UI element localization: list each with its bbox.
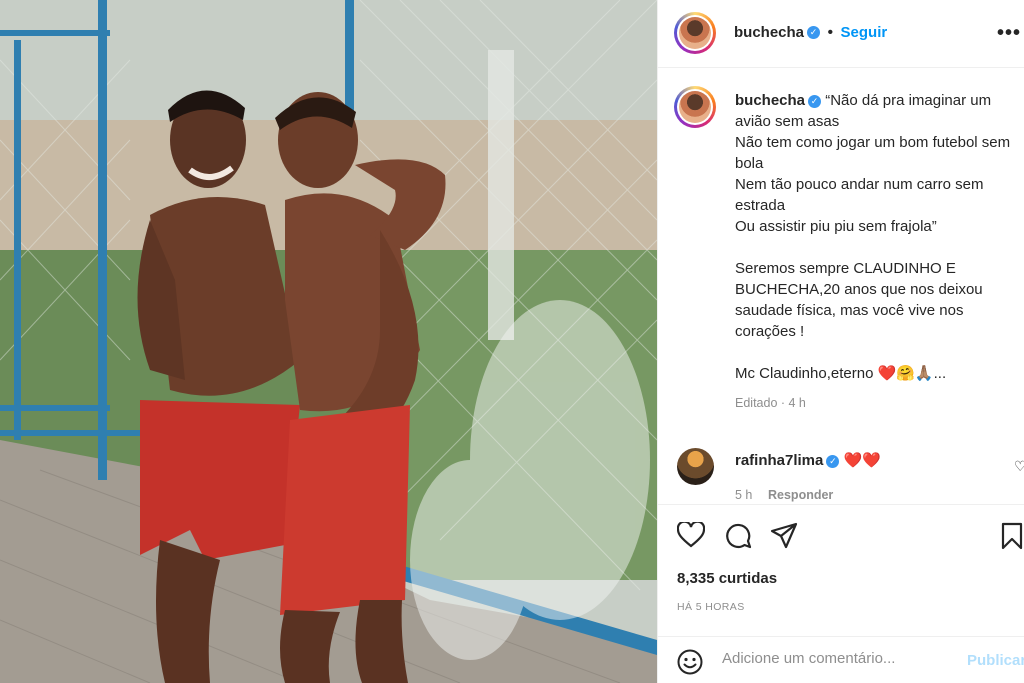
share-icon[interactable] — [770, 522, 798, 550]
comment-like-icon[interactable]: ♡ — [1014, 458, 1024, 475]
reply-button[interactable]: Responder — [768, 488, 833, 502]
comment-input[interactable] — [722, 650, 952, 667]
comment-time[interactable]: 5 h — [735, 488, 752, 502]
caption-signoff: Mc Claudinho,eterno ❤️🤗🙏🏽... — [735, 365, 947, 382]
photo-illustration — [0, 0, 657, 683]
more-options-icon[interactable]: ••• — [997, 22, 1021, 45]
author-avatar[interactable] — [674, 12, 716, 54]
caption-line: Ou assistir piu piu sem frajola” — [735, 218, 937, 235]
commenter-avatar[interactable] — [677, 448, 714, 485]
caption-avatar[interactable] — [674, 86, 716, 128]
author-username[interactable]: buchecha — [734, 24, 804, 41]
post-time[interactable]: HÁ 5 HORAS — [677, 601, 745, 613]
caption-line: Não tem como jogar um bom futebol sem bo… — [735, 134, 1011, 172]
post-photo[interactable] — [0, 0, 657, 683]
caption-edited-time: Editado · 4 h — [735, 396, 806, 410]
bookmark-icon[interactable] — [1000, 522, 1024, 550]
post-actions: 8,335 curtidas HÁ 5 HORAS — [658, 504, 1024, 636]
publish-button[interactable]: Publicar — [967, 652, 1024, 669]
verified-badge-icon: ✓ — [808, 94, 822, 108]
commenter-username[interactable]: rafinha7lima — [735, 452, 823, 469]
heart-icon[interactable] — [677, 522, 705, 548]
post-header: buchecha ✓ • Seguir ••• — [658, 0, 1024, 68]
add-comment-bar: Publicar — [658, 636, 1024, 683]
caption-first-line: buchecha ✓ “Não dá pra imaginar um avião … — [735, 90, 1020, 132]
comment-icon[interactable] — [724, 522, 752, 550]
caption: buchecha ✓ “Não dá pra imaginar um avião … — [735, 90, 1020, 414]
verified-badge-icon: ✓ — [807, 26, 821, 40]
comments-scroll-area[interactable]: buchecha ✓ “Não dá pra imaginar um avião … — [658, 68, 1024, 504]
post-sidebar: buchecha ✓ • Seguir ••• buchecha ✓ “Não dá… — [657, 0, 1024, 683]
comment-line: rafinha7lima ✓ ❤️❤️ — [735, 451, 881, 469]
follow-button[interactable]: Seguir — [841, 24, 888, 41]
smile-icon[interactable] — [677, 649, 703, 675]
caption-line: Nem tão pouco andar num carro sem estrad… — [735, 176, 984, 214]
caption-username[interactable]: buchecha — [735, 92, 805, 109]
header-user-line: buchecha ✓ • Seguir — [734, 24, 887, 42]
verified-badge-icon: ✓ — [826, 454, 840, 468]
comment-item: rafinha7lima ✓ ❤️❤️ 5 h Responder ♡ — [658, 448, 1024, 504]
comment-text: ❤️❤️ — [843, 452, 881, 469]
caption-paragraph: Seremos sempre CLAUDINHO E BUCHECHA,20 a… — [735, 260, 983, 340]
likes-count[interactable]: 8,335 curtidas — [677, 570, 777, 587]
separator-dot: • — [827, 24, 834, 41]
